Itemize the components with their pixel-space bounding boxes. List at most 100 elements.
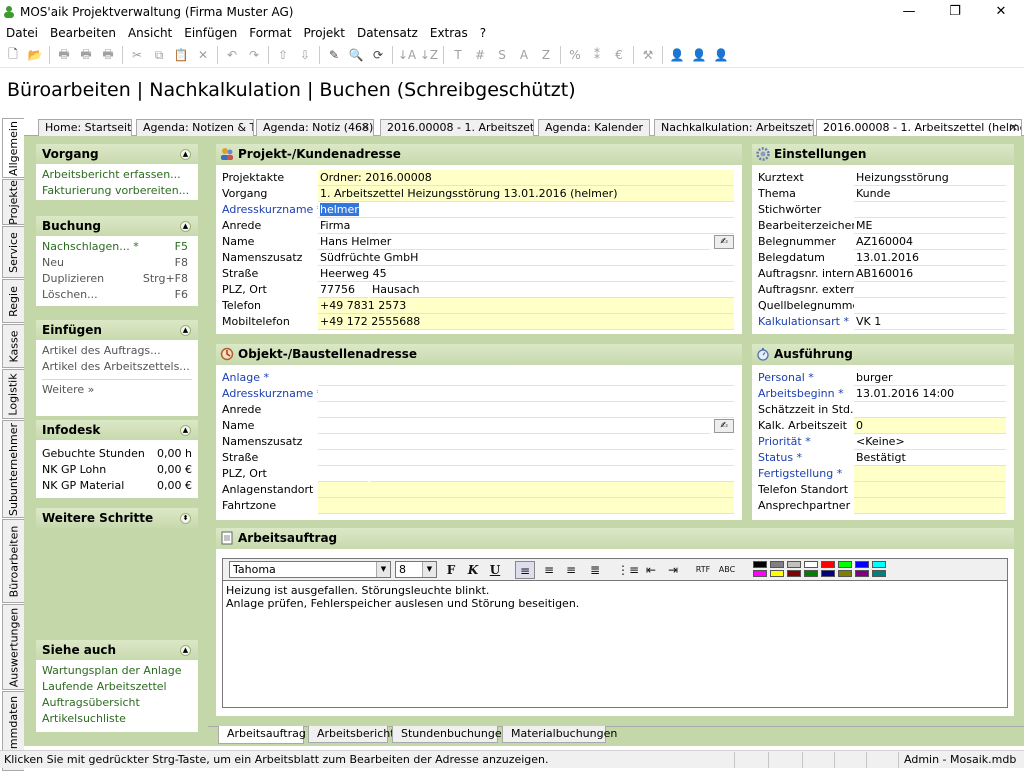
- menu-datei[interactable]: Datei: [0, 26, 44, 40]
- color-swatch[interactable]: [855, 561, 869, 568]
- field-value-name[interactable]: Hans Helmer: [318, 234, 710, 250]
- field-label[interactable]: Adresskurzname *: [222, 386, 318, 402]
- color-swatch[interactable]: [838, 570, 852, 577]
- field-value-personal[interactable]: burger: [854, 370, 1006, 386]
- field-value-anrede[interactable]: Firma: [318, 218, 734, 234]
- vertical-tab-kasse[interactable]: Kasse: [2, 324, 24, 368]
- vertical-tab-projekte[interactable]: Projekte: [2, 179, 24, 225]
- color-swatch[interactable]: [821, 570, 835, 577]
- sort-desc-icon[interactable]: ↓Z: [418, 44, 440, 66]
- field-value-auftragsnr-intern[interactable]: AB160016: [854, 266, 1006, 282]
- field-value-arbeitsbeginn[interactable]: 13.01.2016 14:00: [854, 386, 1006, 402]
- color-swatch[interactable]: [821, 561, 835, 568]
- sidebar-link-weitere[interactable]: Weitere »: [42, 382, 192, 398]
- sidebar-link-auftragsuebersicht[interactable]: Auftragsübersicht: [42, 695, 192, 711]
- field-value-vorgang[interactable]: 1. Arbeitszettel Heizungsstörung 13.01.2…: [318, 186, 734, 202]
- refresh-icon[interactable]: ⟳: [367, 44, 389, 66]
- field-value-straße[interactable]: Heerweg 45: [318, 266, 734, 282]
- field-value-ansprechpartner[interactable]: [854, 498, 1006, 514]
- print-setup-icon[interactable]: 🖶: [97, 44, 119, 66]
- s-icon[interactable]: S: [491, 44, 513, 66]
- search-icon[interactable]: 🔍: [345, 44, 367, 66]
- sort-asc-icon[interactable]: ↓A: [396, 44, 418, 66]
- vertical-tab-service[interactable]: Service: [2, 226, 24, 278]
- menu-projekt[interactable]: Projekt: [298, 26, 351, 40]
- vertical-tab-auswertungen[interactable]: Auswertungen: [2, 604, 24, 690]
- redo-icon[interactable]: ↷: [243, 44, 265, 66]
- field-label[interactable]: Status *: [758, 450, 854, 466]
- user-yellow-icon[interactable]: 👤: [688, 44, 710, 66]
- minimize-button[interactable]: —: [886, 0, 932, 23]
- sidebar-group-header[interactable]: Vorgang ▲: [36, 144, 198, 164]
- signature-icon[interactable]: ✍: [714, 235, 734, 249]
- color-swatch[interactable]: [872, 561, 886, 568]
- field-value-namenszusatz[interactable]: [318, 434, 734, 450]
- field-value-fertigstellung[interactable]: [854, 466, 1006, 482]
- new-icon[interactable]: 🗋: [2, 44, 24, 66]
- sidebar-link-löschen[interactable]: Löschen... F6: [42, 287, 192, 303]
- collapse-icon[interactable]: ▲: [180, 425, 191, 436]
- doc-tab[interactable]: Nachkalkulation: Arbeitszettel: [654, 119, 814, 136]
- paste-icon[interactable]: 📋: [170, 44, 192, 66]
- expand-icon[interactable]: ⬍: [180, 513, 191, 524]
- color-swatch[interactable]: [770, 561, 784, 568]
- field-value-anlage[interactable]: [318, 370, 734, 386]
- color-swatch[interactable]: [872, 570, 886, 577]
- font-family-select[interactable]: Tahoma ▼: [229, 561, 391, 578]
- menu-einfügen[interactable]: Einfügen: [178, 26, 243, 40]
- arbeitsauftrag-editor[interactable]: Heizung ist ausgefallen. Störungsleuchte…: [222, 580, 1008, 708]
- collapse-icon[interactable]: ▲: [180, 645, 191, 656]
- edit-icon[interactable]: ✎: [323, 44, 345, 66]
- underline-icon[interactable]: U: [485, 561, 505, 579]
- move-down-icon[interactable]: ⇩: [294, 44, 316, 66]
- z-icon[interactable]: Z: [535, 44, 557, 66]
- bottom-tab-stundenbuchungen[interactable]: Stundenbuchungen: [392, 726, 509, 743]
- vertical-tab-logistik[interactable]: Logistik: [2, 369, 24, 419]
- sidebar-link-artikelsuchliste[interactable]: Artikelsuchliste: [42, 711, 192, 727]
- chevron-down-icon[interactable]: ▼: [376, 562, 390, 577]
- currency-icon[interactable]: €: [608, 44, 630, 66]
- sidebar-link-wartungsplan[interactable]: Wartungsplan der Anlage: [42, 663, 192, 679]
- indent-icon[interactable]: ⇥: [663, 561, 683, 579]
- field-value-kurztext[interactable]: Heizungsstörung: [854, 170, 1006, 186]
- field-label[interactable]: Personal *: [758, 370, 854, 386]
- doc-tab[interactable]: 2016.00008 - 1. Arbeitszettel: [380, 119, 534, 136]
- menu-extras[interactable]: Extras: [424, 26, 474, 40]
- field-label[interactable]: Anlage *: [222, 370, 318, 386]
- field-value-adresskurzname[interactable]: helmer: [318, 202, 734, 218]
- percent-icon[interactable]: %: [564, 44, 586, 66]
- field-value-ort[interactable]: [370, 466, 734, 482]
- sidebar-link-fakturierung[interactable]: Fakturierung vorbereiten...: [42, 183, 192, 199]
- field-value-auftragsnr-extern[interactable]: [854, 282, 1006, 298]
- user-blue-icon[interactable]: 👤: [666, 44, 688, 66]
- copy-icon[interactable]: ⧉: [148, 44, 170, 66]
- sidebar-link-neu[interactable]: Neu F8: [42, 255, 192, 271]
- field-value-quellbelegnummer[interactable]: [854, 298, 1006, 314]
- field-value-straße[interactable]: [318, 450, 734, 466]
- menu-help[interactable]: ?: [474, 26, 492, 40]
- field-value-ort[interactable]: Hausach: [370, 282, 734, 298]
- field-value-thema[interactable]: Kunde: [854, 186, 1006, 202]
- field-value-belegnummer[interactable]: AZ160004: [854, 234, 1006, 250]
- bottom-tab-materialbuchungen[interactable]: Materialbuchungen: [502, 726, 617, 743]
- menu-bearbeiten[interactable]: Bearbeiten: [44, 26, 122, 40]
- chevron-down-icon[interactable]: ▼: [422, 562, 436, 577]
- color-swatch[interactable]: [787, 561, 801, 568]
- field-label[interactable]: Priorität *: [758, 434, 854, 450]
- field-value-status[interactable]: Bestätigt: [854, 450, 1006, 466]
- font-size-select[interactable]: 8 ▼: [395, 561, 437, 578]
- field-value-namenszusatz[interactable]: Südfrüchte GmbH: [318, 250, 734, 266]
- sidebar-group-header[interactable]: Siehe auch ▲: [36, 640, 198, 660]
- field-value-schätzzeit-in-std[interactable]: [854, 402, 1006, 418]
- sidebar-group-header[interactable]: Einfügen ▲: [36, 320, 198, 340]
- field-value-adresskurzname[interactable]: [318, 386, 734, 402]
- field-value-name[interactable]: [318, 418, 710, 434]
- menu-datensatz[interactable]: Datensatz: [351, 26, 424, 40]
- collapse-icon[interactable]: ▲: [180, 221, 191, 232]
- sidebar-link-arbeitszettel[interactable]: Laufende Arbeitszettel: [42, 679, 192, 695]
- field-label[interactable]: Arbeitsbeginn *: [758, 386, 854, 402]
- color-swatch[interactable]: [770, 570, 784, 577]
- close-button[interactable]: ✕: [978, 0, 1024, 23]
- doc-tab[interactable]: Agenda: Notizen & Te: [136, 119, 254, 136]
- field-label[interactable]: Kalkulationsart *: [758, 314, 854, 330]
